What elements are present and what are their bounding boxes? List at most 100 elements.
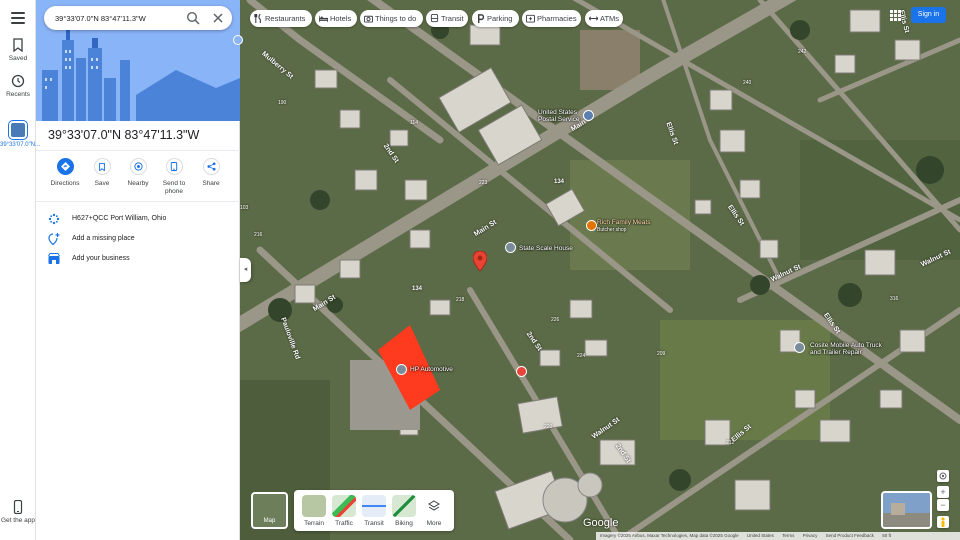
google-logo: Google [583,517,619,529]
add-place-icon [48,233,60,245]
saved-button[interactable]: Saved [0,38,36,63]
house-number: 316 [890,296,899,302]
postal-service-label[interactable]: United States Postal Service [538,109,582,123]
state-scale-house-label[interactable]: State Scale House [519,245,573,252]
layer-label: Biking [395,520,413,527]
search-input[interactable] [55,11,175,25]
chip-atms[interactable]: ATMs [585,10,623,27]
butcher-shop-icon[interactable] [586,220,597,231]
plus-code-row[interactable]: H627+QCC Port William, Ohio [36,209,240,229]
house-number: 240 [743,80,752,86]
postal-service-icon[interactable] [583,110,594,121]
pegman-icon [941,517,945,527]
layer-label: More [426,520,442,527]
bookmark-icon [99,162,105,171]
scale-house-icon[interactable] [505,242,516,253]
map-imagery [240,0,960,540]
send-to-phone-button[interactable]: Send to phone [154,158,194,196]
rich-family-meats-category: Butcher shop [597,227,627,233]
layer-traffic[interactable]: Traffic [332,495,356,527]
chip-hotels[interactable]: Hotels [315,10,357,27]
parking-icon [477,14,485,23]
chip-label: Hotels [330,14,352,23]
hp-automotive-label[interactable]: HP Automotive [410,366,453,373]
pharmacy-poi-icon[interactable] [516,366,527,377]
restaurant-icon [254,14,261,23]
privacy-link[interactable]: Privacy [803,533,818,538]
action-label: Save [94,180,110,187]
rich-family-meats-label[interactable]: Rich Family Meats [597,219,650,226]
terms-link[interactable]: Terms [782,533,794,538]
divider [36,150,240,151]
chip-restaurants[interactable]: Restaurants [250,10,312,27]
house-number: 114 [410,120,418,126]
close-icon[interactable] [211,11,225,25]
recents-button[interactable]: Recents [0,74,36,99]
add-missing-place-row[interactable]: Add a missing place [36,229,240,249]
nearby-icon [133,162,143,171]
chip-transit[interactable]: Transit [426,10,468,27]
bookmark-icon [13,38,23,52]
pharmacy-icon [526,14,535,23]
action-label: Directions [50,180,80,187]
street-view-thumbnail[interactable] [881,491,932,529]
save-button[interactable]: Save [82,158,122,188]
layer-label: Terrain [304,520,324,527]
satellite-map[interactable]: Mulberry St Main St Main St Main St 2nd … [240,0,960,540]
pegman-button[interactable] [937,516,949,528]
recent-place-label[interactable]: 39°33'07.0"N... [0,141,40,149]
directions-icon [60,162,70,171]
layer-more[interactable]: More [422,495,446,527]
phone-app-icon [13,500,23,514]
chip-things-to-do[interactable]: Things to do [360,10,423,27]
house-number: 190 [278,100,287,106]
feedback-link[interactable]: Send Product Feedback [826,533,874,538]
add-business-text: Add your business [72,255,130,262]
house-number: 103 [240,205,249,211]
action-label: Share [202,180,220,187]
menu-icon[interactable] [11,12,25,24]
chip-parking[interactable]: Parking [472,10,519,27]
camera-icon [364,15,373,23]
house-number: 242 [798,49,807,55]
layer-toggle-label: Map [263,518,276,524]
map-attribution: Imagery ©2025 Airbus, Maxar Technologies… [596,532,960,540]
sign-in-button[interactable]: Sign in [911,7,946,23]
layer-terrain[interactable]: Terrain [302,495,326,527]
layer-biking[interactable]: Biking [392,495,416,527]
layers-panel: Terrain Traffic Transit Biking More [294,490,454,531]
search-icon[interactable] [186,11,200,25]
get-app-button[interactable]: Get the app [0,500,36,525]
zoom-out-button[interactable]: − [937,499,949,511]
add-business-row[interactable]: Add your business [36,249,240,269]
country-link[interactable]: United States [747,533,774,538]
scale-label[interactable]: 50 ft [882,533,891,538]
house-number: 212 [726,440,735,446]
chip-label: Restaurants [265,14,306,23]
plus-code-icon [48,213,60,225]
street-view-preview [883,493,930,527]
nearby-button[interactable]: Nearby [118,158,158,188]
imagery-credit: Imagery ©2025 Airbus, Maxar Technologies… [600,533,739,538]
saved-label: Saved [8,55,28,62]
chip-label: Parking [487,14,513,23]
plus-code-text: H627+QCC Port William, Ohio [72,215,167,222]
layer-transit[interactable]: Transit [362,495,386,527]
apps-grid-icon[interactable] [890,10,901,21]
zoom-in-button[interactable]: + [937,486,949,498]
history-icon [11,74,25,88]
share-button[interactable]: Share [191,158,231,188]
place-panel: 39°33'07.0"N 83°47'11.3"W Directions Sav… [36,0,240,540]
my-location-button[interactable] [937,470,949,482]
house-number: 220 [544,424,553,430]
layers-icon [428,500,440,511]
recent-place-thumbnail[interactable] [9,121,27,139]
directions-button[interactable]: Directions [45,158,85,188]
collapse-panel-button[interactable]: ◂ [240,258,251,282]
location-pin-icon[interactable] [473,251,487,271]
mobile-auto-icon[interactable] [794,342,805,353]
chip-pharmacies[interactable]: Pharmacies [522,10,581,27]
mobile-auto-label[interactable]: Cosite Mobile Auto Truck and Trailer Rep… [810,342,890,356]
auto-repair-icon[interactable] [396,364,407,375]
map-layer-toggle[interactable]: Map [251,492,288,529]
